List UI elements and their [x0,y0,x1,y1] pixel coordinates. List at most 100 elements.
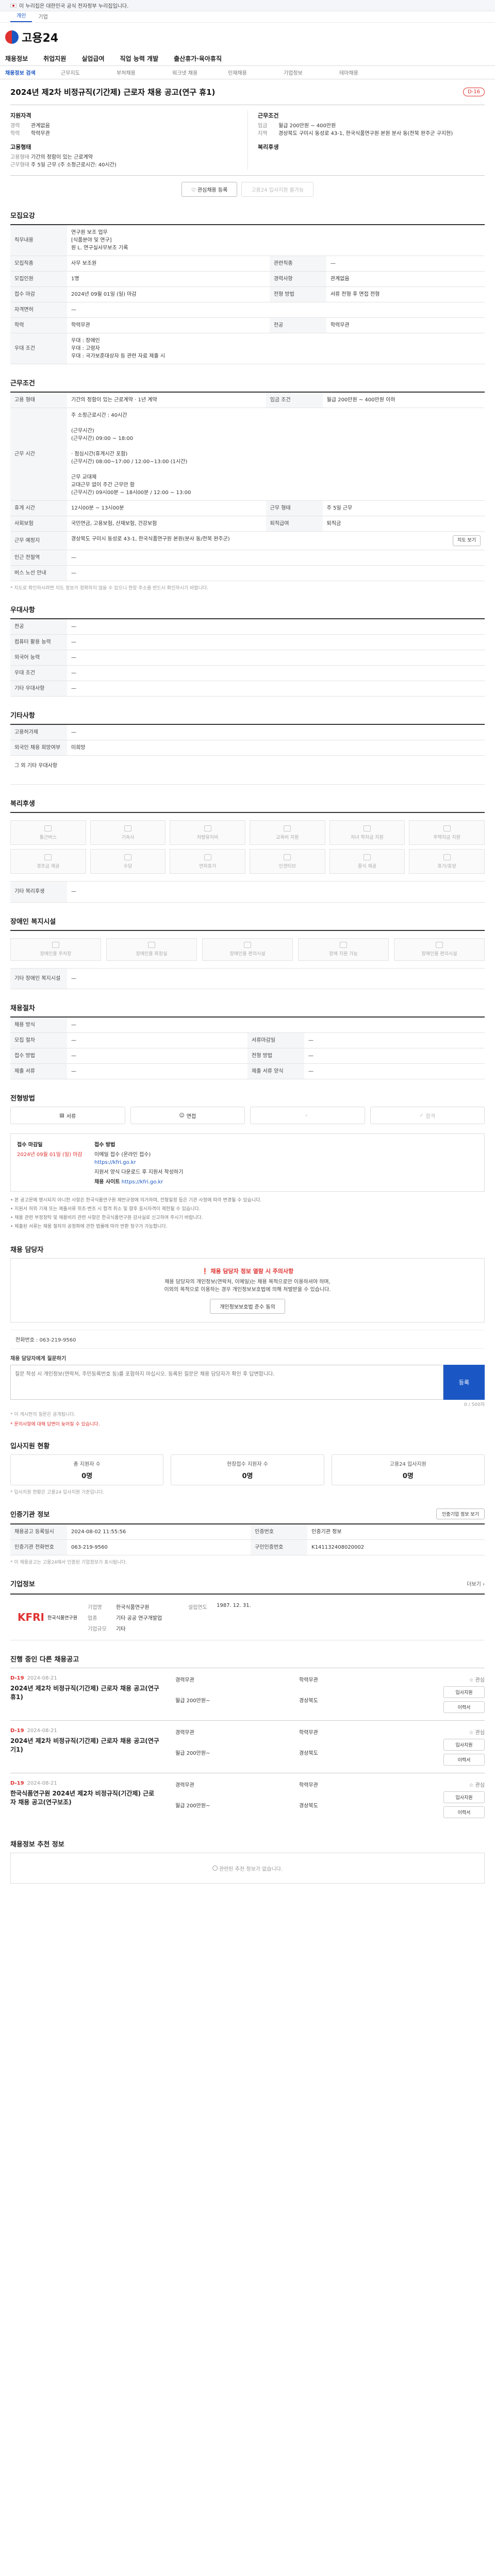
cell-value: — [67,1063,248,1079]
subnav-item[interactable]: 기업정보 [284,69,339,76]
job-title[interactable]: 2024년 제2차 비정규직(기간제) 근로자 채용 공고(연구 휴1) [10,1684,160,1702]
job-meta: 월급 200만원~ [175,1750,210,1756]
contact-notice: ❗ 채용 담당자 정보 열람 시 주의사항 채용 담당자의 개인정보(연락처, … [10,1258,485,1323]
disabled-item: 장애인용 편의시설 [202,938,293,961]
job-title: 2024년 제2차 비정규직(기간제) 근로자 채용 공고(연구 휴1) [10,88,216,97]
bookmark-button[interactable]: ☆ 관심 [469,1781,485,1788]
disabled-item: 장애인용 화장실 [106,938,197,961]
subnav-item[interactable]: 근무지도 [61,69,117,76]
welfare-item: 차량유지비 [170,820,245,845]
cell-key: 버스 노선 안내 [10,565,67,581]
bus-icon [44,825,52,832]
job-card[interactable]: D-19 2024-08-21 2024년 제2차 비정규직(기간제) 근로자 채용… [10,1668,485,1720]
apply-site-key: 채용 사이트 [94,1179,120,1185]
info-note: * 이 채용공고는 고용24에서 인증된 기업정보가 표시됩니다. [10,1560,127,1565]
summary-key: 경력 [10,123,20,129]
summary-value: 관계없음 [31,123,50,129]
org-more-link[interactable]: 더보기 › [467,1580,485,1587]
cell-key: 고용허가제 [10,724,67,740]
cell-key: 전공 [269,317,326,333]
cell-key: 외국어 능력 [10,650,67,666]
gnb-item-jobs[interactable]: 채용정보 [5,54,28,63]
apply-site-link[interactable]: https://kfri.go.kr [122,1179,163,1185]
gnb-item-benefit[interactable]: 실업급여 [81,54,104,63]
bookmark-button[interactable]: ☆ 관심 [469,1728,485,1736]
job-meta: 경상북도 [299,1750,318,1756]
cell-key: 직무내용 [10,225,67,256]
summary-value: 주 5일 근무 (주 소정근로시간: 40시간) [31,162,117,168]
section-title-contact: 채용 담당자 [10,1246,44,1254]
cell-key: 인근 전철역 [10,550,67,566]
welfare-item: 교육비 지원 [250,820,325,845]
bookmark-icon: ☆ [469,1730,475,1736]
job-meta: 학력무관 [299,1730,318,1736]
job-apply-button[interactable]: 입사지원 [443,1791,485,1803]
dday-text: D-19 [10,1781,24,1786]
scrap-button[interactable]: ♡ 관심채용 등록 [181,182,238,197]
cell-key: 사회보험 [10,516,67,532]
brand-logo[interactable]: 고용24 [22,29,58,45]
qna-submit-button[interactable]: 등록 [443,1365,485,1400]
section-title-stats: 입사지원 현황 [10,1443,50,1450]
check-icon: ✓ [419,1112,424,1118]
apply-key: 접수 마감일 [17,1142,43,1148]
subnav-item[interactable]: 인재채용 [228,69,284,76]
job-meta: 경력무관 [175,1677,194,1683]
cell-key: 전형 방법 [248,1048,304,1064]
bookmark-button[interactable]: ☆ 관심 [469,1675,485,1683]
ramp-icon [244,942,251,948]
logo-icon[interactable] [5,30,19,44]
info-button[interactable]: 인증기업 정보 보기 [436,1509,485,1519]
qna-textarea[interactable] [10,1365,443,1400]
dday-text: D-19 [10,1728,24,1734]
gift-icon [44,854,52,860]
cell-key: 임금 조건 [266,392,323,408]
job-meta: 경상북도 [299,1698,318,1704]
cell-value: — [67,1017,485,1033]
job-title[interactable]: 2024년 제2차 비정규직(기간제) 근로자 채용 공고(연구 기1) [10,1737,160,1754]
subnav-item[interactable]: 부처채용 [117,69,172,76]
qna-char-count: 0 / 500자 [464,1402,485,1408]
gnb-item-training[interactable]: 직업 능력 개발 [120,54,159,63]
disabled-label: 장애인용 편의시설 [229,952,266,957]
summary-value: 기간의 정함이 있는 근로계약 [31,155,93,160]
summary-heading: 고용형태 [10,144,31,150]
subnav-item[interactable]: 테마채용 [339,69,395,76]
header: 고용24 [0,23,495,52]
welfare-label: 휴가/휴양 [437,863,456,869]
job-card[interactable]: D-19 2024-08-21 2024년 제2차 비정규직(기간제) 근로자 채용… [10,1720,485,1773]
disabled-label: 장애인용 화장실 [136,952,168,957]
job-resume-button[interactable]: 이력서 [443,1754,485,1766]
job-card[interactable]: D-19 2024-08-21 한국식품연구원 2024년 제2차 비정규직(기간제… [10,1773,485,1825]
subnav-item[interactable]: 워크넷 채용 [172,69,228,76]
notice-title: ❗ 채용 담당자 정보 열람 시 주의사항 [19,1267,476,1275]
gnb-item-leave[interactable]: 출산휴가·육아휴직 [174,54,222,63]
map-button[interactable]: 지도 보기 [453,535,481,546]
welfare-grid: 통근버스 기숙사 차량유지비 교육비 지원 자녀 학자금 지원 주택자금 지원 … [10,812,485,882]
welfare-label: 자녀 학자금 지원 [351,835,384,840]
tab-business[interactable]: 기업 [32,10,54,22]
method-table: 채용 방식 — 모집 절차 — 서류마감일 — 접수 방법 — 전형 방법 — 제출 서류 — 제… [10,1016,485,1079]
gnb-item-support[interactable]: 취업지원 [43,54,66,63]
section-title-method: 채용절차 [10,1005,35,1012]
tab-personal[interactable]: 개인 [10,9,32,22]
cell-value: — [67,724,485,740]
reveal-contact-button[interactable]: 개인정보보호법 준수 동의 [210,1299,285,1314]
job-date: 2024-08-21 [27,1728,57,1734]
stat-label: 현장접수 지원자 수 [227,1462,268,1467]
subnav-item[interactable]: 채용정보 검색 [5,69,61,76]
welfare-label: 연차휴가 [199,863,217,869]
notice-line: 이외의 목적으로 이용하는 경우 개인정보보호법에 의해 처벌받을 수 있습니다… [164,1287,331,1293]
note-line: • 본 공고문에 명시되지 아니한 사항은 한국식품연구원 제반규정에 의거하며… [10,1198,262,1203]
job-resume-button[interactable]: 이력서 [443,1701,485,1713]
section-title-org: 기업정보 [10,1581,35,1588]
job-resume-button[interactable]: 이력서 [443,1806,485,1818]
job-apply-button[interactable]: 입사지원 [443,1686,485,1698]
job-apply-button[interactable]: 입사지원 [443,1739,485,1751]
welfare-label: 중식 제공 [358,863,376,869]
welfare-item: 인센티브 [250,849,325,874]
job-title[interactable]: 한국식품연구원 2024년 제2차 비정규직(기간제) 근로자 채용 공고(연구… [10,1789,160,1807]
apply-button[interactable]: 고용24 입사지원 불가능 [241,182,314,197]
apply-link[interactable]: https://kfri.go.kr [94,1160,478,1165]
phone-label: 전화번호 [15,1337,35,1343]
